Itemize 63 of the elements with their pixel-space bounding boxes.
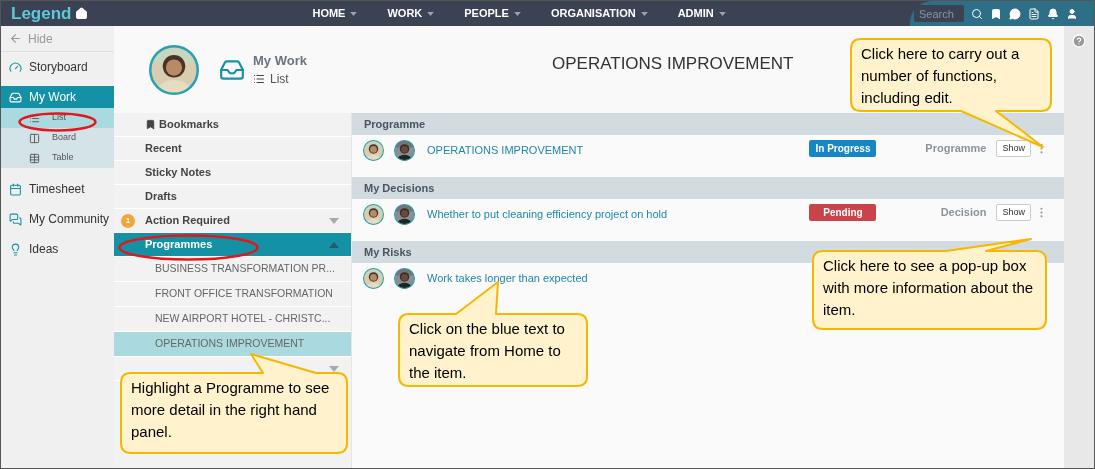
section-header: My Decisions (352, 177, 1064, 199)
item-link[interactable]: Whether to put cleaning efficiency project on hold (427, 206, 668, 223)
programme-item[interactable]: FRONT OFFICE TRANSFORMATION (114, 282, 351, 307)
nav-list-item[interactable]: Programmes (114, 233, 351, 257)
caret-icon (640, 11, 648, 16)
nav-menu[interactable]: HOME (312, 5, 358, 22)
show-button[interactable]: Show (996, 140, 1031, 157)
menu-item-icon (9, 182, 22, 196)
caret-icon (329, 217, 339, 224)
list-icon (253, 73, 265, 86)
chat-icon[interactable] (1009, 7, 1021, 20)
search-field[interactable]: Search (914, 5, 964, 22)
menu-item-icon (9, 90, 22, 104)
item-link[interactable]: OPERATIONS IMPROVEMENT (427, 142, 584, 159)
count-badge: 1 (121, 213, 135, 228)
nav-list-item[interactable]: Bookmarks (114, 113, 351, 137)
search-icon[interactable] (971, 7, 983, 20)
sidebar-item[interactable]: My Work (1, 86, 114, 108)
status-badge: In Progress (809, 140, 877, 157)
sidebar-item[interactable]: Ideas (1, 238, 114, 260)
nav-list-item[interactable]: Sticky Notes (114, 161, 351, 185)
page-heading: My Work (253, 51, 308, 70)
caret-icon (329, 241, 339, 248)
programme-item[interactable]: OPERATIONS IMPROVEMENT (114, 332, 351, 357)
show-button[interactable]: Show (996, 204, 1031, 221)
nav-list-item[interactable]: Recent (114, 137, 351, 161)
nav-menu[interactable]: PEOPLE (464, 5, 521, 22)
sidebar-item[interactable]: My Community (1, 208, 114, 230)
menu-item-icon (9, 60, 22, 74)
arrow-left-icon (9, 32, 22, 45)
caret-icon (329, 365, 339, 372)
programme-item[interactable]: BUSINESS TRANSFORMATION PR... (114, 257, 351, 282)
section-header: Programme (352, 113, 1064, 135)
bookmark-icon (145, 119, 156, 130)
submenu-item[interactable]: Table (1, 148, 114, 168)
bookmark-icon[interactable] (990, 7, 1002, 20)
submenu-icon (29, 132, 40, 144)
help-icon[interactable] (1072, 34, 1086, 48)
caret-icon (513, 11, 521, 16)
caret-icon (718, 11, 726, 16)
nav-menu[interactable]: ADMIN (677, 5, 726, 22)
bell-icon[interactable] (1047, 7, 1059, 20)
submenu-icon (29, 152, 40, 164)
status-badge: Pending (809, 204, 877, 221)
app-logo[interactable]: Legend (11, 5, 72, 22)
nav-menu[interactable]: WORK (387, 5, 435, 22)
nav-list-item[interactable]: Drafts (114, 185, 351, 209)
caret-icon (427, 11, 435, 16)
caret-icon (350, 11, 358, 16)
menu-item-icon (9, 242, 22, 256)
menu-item-icon (9, 212, 22, 226)
sidebar-item[interactable]: Timesheet (1, 178, 114, 200)
submenu-item[interactable]: Board (1, 128, 114, 148)
page-title: OPERATIONS IMPROVEMENT (552, 52, 794, 75)
hint-tooltip: Highlight a Programme to see more detail in the right hand panel. (119, 352, 349, 455)
document-icon[interactable] (1028, 7, 1040, 20)
view-label: List (270, 71, 289, 89)
sidebar-item[interactable]: Storyboard (1, 56, 114, 78)
item-type: Programme (924, 141, 987, 157)
user-icon[interactable] (1066, 7, 1078, 20)
home-icon[interactable] (75, 7, 89, 20)
nav-menu[interactable]: ORGANISATION (550, 5, 648, 22)
item-type: Decision (939, 205, 987, 221)
